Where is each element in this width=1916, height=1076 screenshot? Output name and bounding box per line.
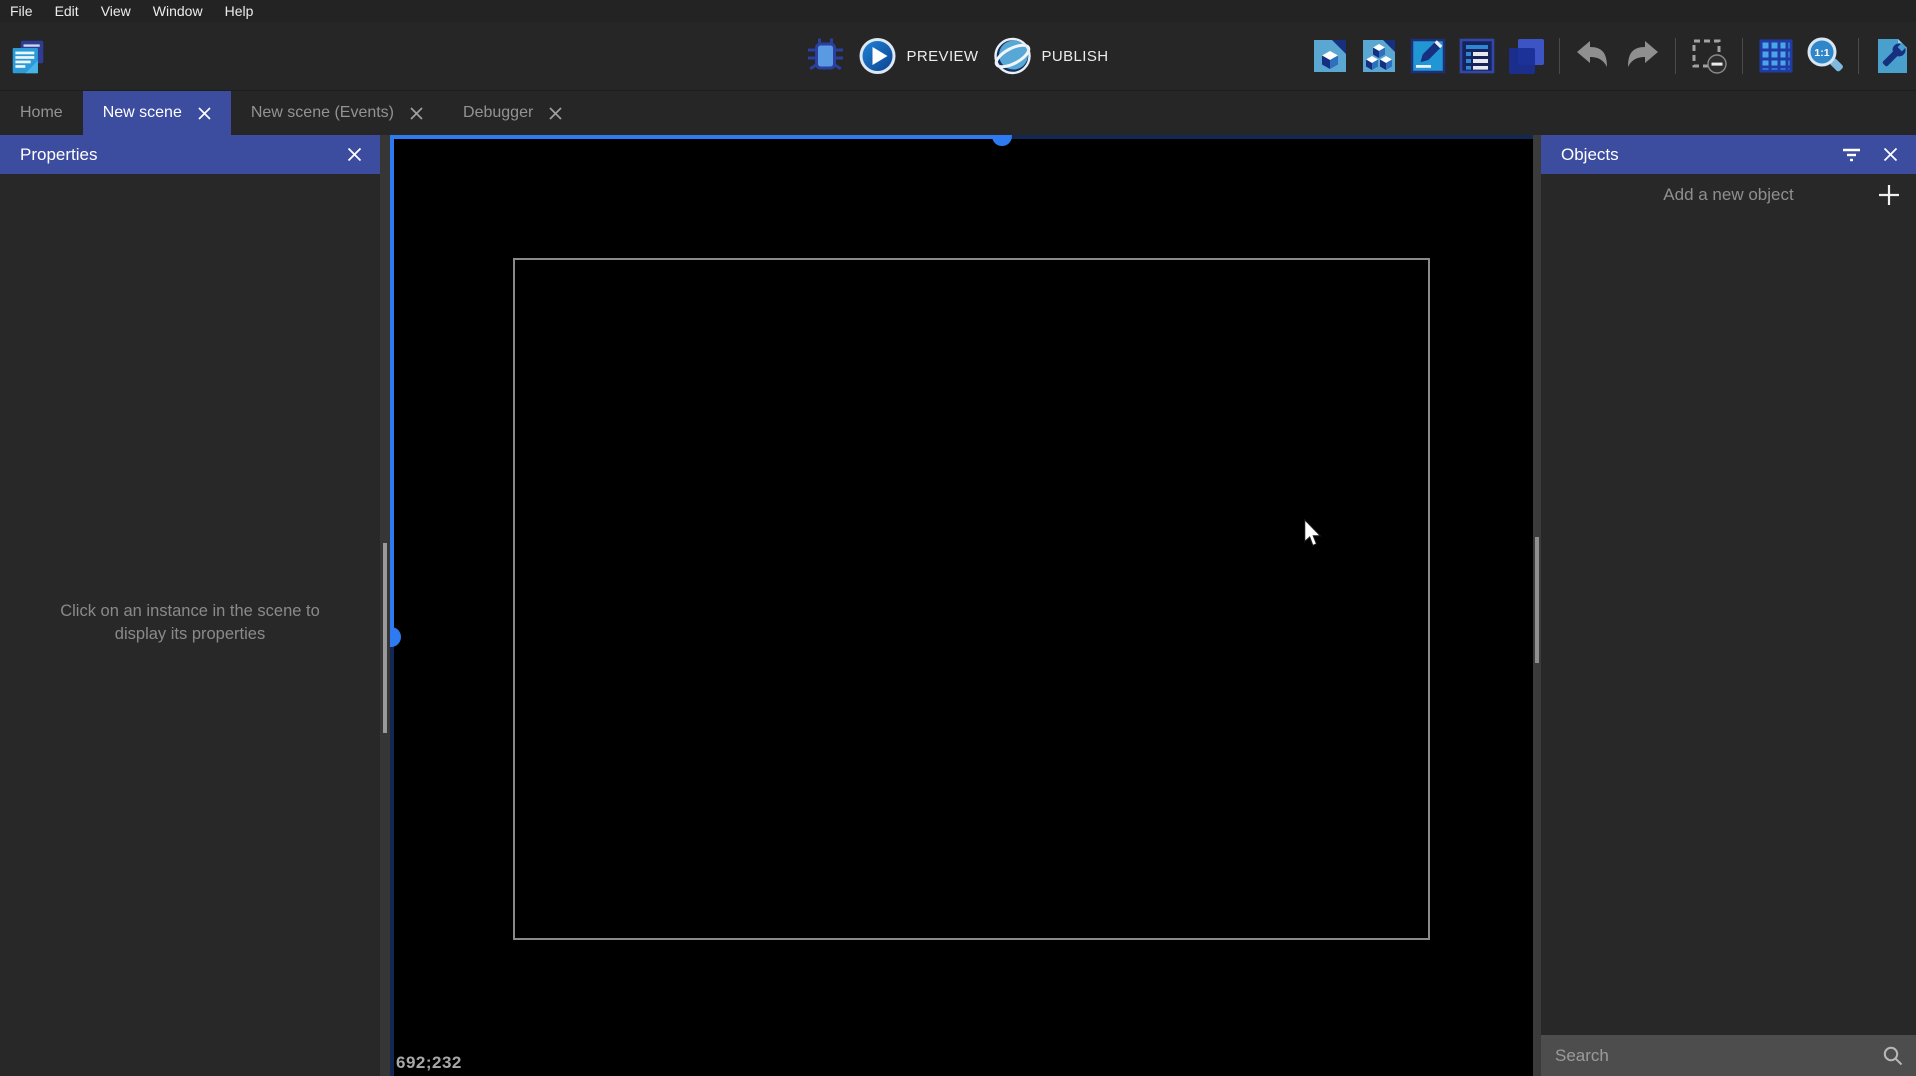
tab-new-scene-events[interactable]: New scene (Events): [231, 91, 443, 135]
zoom-ratio-label: 1:1: [1814, 47, 1829, 59]
cursor-coordinates: 692;232: [396, 1053, 462, 1072]
scene-canvas[interactable]: 692;232: [390, 135, 1533, 1076]
menu-file[interactable]: File: [8, 1, 44, 21]
zoom-1-1-button[interactable]: 1:1: [1805, 36, 1845, 76]
add-object-plus-button[interactable]: [1878, 184, 1900, 206]
tab-bar: Home New scene New scene (Events) Debugg…: [0, 90, 1916, 135]
redo-button[interactable]: [1622, 36, 1662, 76]
object-groups-icon: [1363, 40, 1395, 72]
undo-arrow-icon: [1577, 41, 1607, 67]
toolbar: PREVIEW PUBLISH 1:1: [0, 22, 1916, 90]
toolbar-separator: [1559, 38, 1560, 74]
canvas-horizontal-scroll-track: [390, 135, 1533, 139]
close-icon[interactable]: [198, 106, 211, 120]
close-icon[interactable]: [549, 106, 562, 120]
canvas-horizontal-scroll-handle[interactable]: [992, 135, 1012, 146]
grid-icon: [1759, 39, 1793, 73]
tab-label: New scene: [102, 104, 182, 121]
objects-panel: Objects Add a new object: [1541, 135, 1916, 1076]
layers-list-button[interactable]: [1457, 36, 1497, 76]
export-object-button[interactable]: [1310, 36, 1350, 76]
instances-list-button[interactable]: [1506, 36, 1546, 76]
right-scrollbar-track: [1533, 135, 1541, 1076]
publish-globe-icon: [994, 37, 1031, 75]
mouse-cursor: [1303, 518, 1322, 552]
objects-panel-header: Objects: [1541, 135, 1916, 174]
search-input[interactable]: [1555, 1045, 1882, 1066]
menu-edit[interactable]: Edit: [44, 1, 90, 21]
toolbar-right-group: 1:1: [1310, 36, 1912, 76]
tab-label: New scene (Events): [250, 104, 395, 121]
right-scrollbar-thumb[interactable]: [1535, 537, 1539, 663]
canvas-vertical-scroll-handle[interactable]: [390, 627, 401, 647]
add-new-object-row[interactable]: Add a new object: [1541, 174, 1916, 216]
preview-label: PREVIEW: [906, 47, 979, 65]
edit-mask-button[interactable]: [1689, 36, 1729, 76]
properties-empty-message: Click on an instance in the scene to dis…: [60, 602, 320, 644]
objects-filter-button[interactable]: [1838, 144, 1865, 166]
toolbar-separator: [1675, 38, 1676, 74]
menu-bar: File Edit View Window Help: [0, 0, 1916, 22]
toolbar-separator: [1858, 38, 1859, 74]
tab-label: Home: [20, 104, 63, 121]
main-area: Properties Click on an instance in the s…: [0, 135, 1916, 1076]
layers-list-icon: [1459, 38, 1495, 74]
canvas-vertical-scroll-fill: [390, 135, 394, 637]
instances-squares-icon: [1509, 39, 1544, 74]
project-settings-button[interactable]: [1872, 36, 1912, 76]
publish-label: PUBLISH: [1041, 47, 1109, 65]
wrench-icon: [1878, 39, 1907, 73]
menu-view[interactable]: View: [90, 1, 142, 21]
add-new-object-label: Add a new object: [1663, 185, 1794, 204]
tab-home[interactable]: Home: [0, 91, 83, 135]
undo-button[interactable]: [1573, 36, 1613, 76]
objects-search-bar: [1541, 1035, 1916, 1076]
publish-button[interactable]: PUBLISH: [990, 34, 1110, 78]
app-logo-icon: [12, 40, 44, 74]
close-icon: [347, 147, 362, 162]
canvas-vertical-scroll-track: [390, 135, 394, 1076]
zoom-1-1-icon: 1:1: [1807, 37, 1843, 72]
pencil-edit-icon: [1410, 38, 1446, 74]
objects-list-empty-area: [1541, 216, 1916, 1035]
properties-panel: Properties Click on an instance in the s…: [0, 135, 380, 1076]
menu-window[interactable]: Window: [142, 1, 214, 21]
filter-icon: [1843, 148, 1860, 161]
plus-icon: [1879, 185, 1899, 205]
close-icon: [1883, 147, 1898, 162]
menu-help[interactable]: Help: [214, 1, 265, 21]
properties-panel-body: Click on an instance in the scene to dis…: [0, 174, 380, 1076]
play-circle-icon: [859, 38, 896, 74]
objects-panel-title: Objects: [1561, 144, 1619, 164]
toolbar-separator: [1742, 38, 1743, 74]
properties-panel-header: Properties: [0, 135, 380, 174]
edit-scene-properties-button[interactable]: [1408, 36, 1448, 76]
tab-new-scene[interactable]: New scene: [82, 91, 231, 135]
bug-icon: [808, 38, 844, 71]
search-icon: [1883, 1046, 1903, 1065]
grid-button[interactable]: [1756, 36, 1796, 76]
selection-mask-icon: [1692, 39, 1727, 74]
tab-label: Debugger: [463, 104, 534, 121]
objects-close-button[interactable]: [1879, 143, 1902, 166]
left-scrollbar-thumb[interactable]: [383, 543, 387, 733]
object-groups-button[interactable]: [1359, 36, 1399, 76]
redo-arrow-icon: [1628, 41, 1658, 67]
toolbar-center-group: PREVIEW PUBLISH: [806, 34, 1111, 78]
tab-debugger[interactable]: Debugger: [443, 91, 582, 135]
properties-close-button[interactable]: [343, 143, 366, 166]
close-icon[interactable]: [410, 106, 423, 120]
object-cube-icon: [1314, 40, 1346, 72]
project-manager-button[interactable]: [8, 36, 48, 78]
preview-button[interactable]: PREVIEW: [856, 34, 981, 78]
debugger-button[interactable]: [806, 36, 846, 76]
game-window-frame: [513, 258, 1430, 940]
left-scrollbar-track: [380, 135, 390, 1076]
properties-panel-title: Properties: [20, 144, 98, 164]
canvas-horizontal-scroll-fill: [390, 135, 1002, 139]
